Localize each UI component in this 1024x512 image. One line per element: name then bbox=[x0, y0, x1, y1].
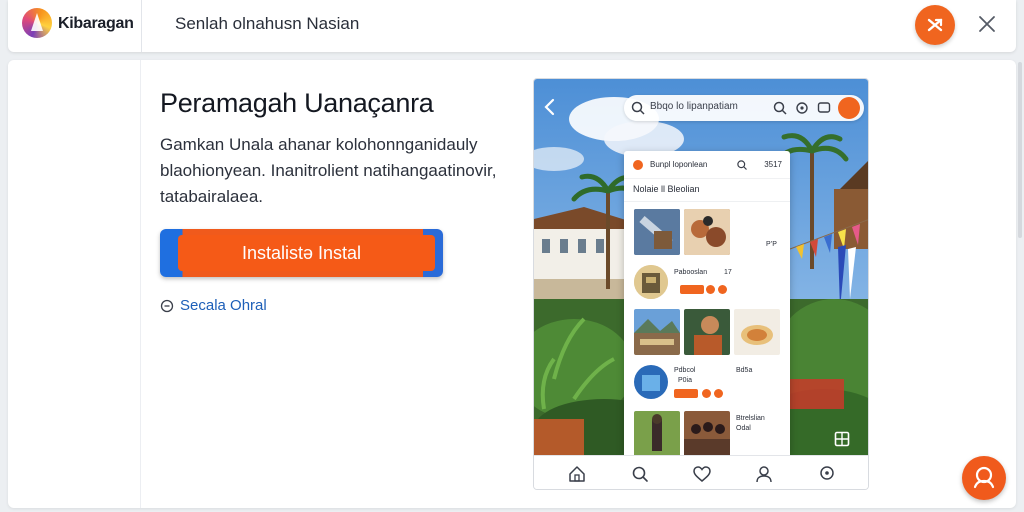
compass-icon bbox=[820, 465, 834, 480]
clock-icon bbox=[160, 299, 174, 312]
compass-nav-item[interactable] bbox=[816, 463, 838, 485]
side-label: Bd5a bbox=[736, 367, 753, 374]
logo-text[interactable]: Kibaragan bbox=[58, 15, 134, 33]
secondary-link-label: Secala Ohral bbox=[180, 297, 267, 314]
profile-button[interactable] bbox=[838, 97, 860, 119]
content-card: Peramagah Uanaçanra Gamkan Unala ahanar … bbox=[8, 60, 1016, 508]
brand-dot bbox=[633, 160, 643, 170]
photo-thumb[interactable] bbox=[634, 309, 680, 355]
divider bbox=[140, 60, 141, 508]
item-label: Pabooslan bbox=[674, 269, 708, 276]
panel-header: Bunpl loponlean 3517 bbox=[624, 151, 790, 179]
avatar[interactable] bbox=[634, 265, 668, 299]
app-preview: Bbqo lo lipanpatiam Bunpl loponlean 3517… bbox=[533, 78, 869, 490]
item-label: P0ia bbox=[678, 377, 693, 384]
photo-thumb[interactable] bbox=[634, 209, 680, 255]
panel-count: 3517 bbox=[764, 160, 782, 169]
install-button[interactable]: Instalistə Instal bbox=[160, 229, 443, 277]
page-title: Senlah olnahusn Nasian bbox=[175, 14, 360, 33]
feed-panel: Bunpl loponlean 3517 Nolaie ll Bleolian bbox=[624, 151, 790, 455]
item-label: Odal bbox=[736, 425, 751, 432]
heart-icon[interactable] bbox=[691, 463, 713, 485]
chat-button[interactable] bbox=[962, 456, 1006, 500]
divider bbox=[624, 201, 790, 202]
photo-thumb[interactable] bbox=[684, 309, 730, 355]
photo-thumb[interactable] bbox=[684, 209, 730, 255]
search-icon[interactable] bbox=[629, 463, 651, 485]
photo-thumb[interactable] bbox=[684, 411, 730, 455]
description: Gamkan Unala ahanar kolohonnganidauly bl… bbox=[160, 132, 497, 210]
search-icon bbox=[631, 101, 645, 115]
bottom-nav bbox=[534, 455, 868, 489]
panel-title: Bunpl loponlean bbox=[650, 160, 708, 169]
item-count: 17 bbox=[724, 269, 732, 276]
secondary-link[interactable]: Secala Ohral bbox=[160, 297, 267, 314]
headline: Peramagah Uanaçanra bbox=[160, 88, 434, 118]
top-bar: Kibaragan Senlah olnahusn Nasian bbox=[8, 0, 1016, 52]
divider bbox=[141, 0, 142, 52]
preview-search-text: Bbqo lo lipanpatiam bbox=[650, 101, 738, 112]
photo-thumb[interactable] bbox=[634, 411, 680, 455]
panel-subtitle: Nolaie ll Bleolian bbox=[633, 184, 700, 194]
logo-icon[interactable] bbox=[22, 8, 52, 38]
chat-icon bbox=[973, 466, 995, 489]
description-line: Gamkan Unala ahanar kolohonnganidauly bbox=[160, 135, 478, 154]
close-icon bbox=[979, 16, 995, 32]
photo-thumb[interactable] bbox=[734, 309, 780, 355]
close-button[interactable] bbox=[974, 11, 1000, 37]
scrollbar[interactable] bbox=[1018, 62, 1022, 238]
tag-dot bbox=[714, 389, 723, 398]
description-line: tatabairalaea. bbox=[160, 187, 264, 206]
preview-photo: Bbqo lo lipanpatiam Bunpl loponlean 3517… bbox=[534, 79, 868, 455]
search-icon[interactable] bbox=[736, 159, 748, 171]
back-icon[interactable] bbox=[542, 97, 558, 117]
description-line: blaohionyean. Inanitrolient natihangaati… bbox=[160, 161, 497, 180]
tag-dot bbox=[706, 285, 715, 294]
tag-badge bbox=[680, 285, 704, 294]
avatar[interactable] bbox=[634, 365, 668, 399]
preview-search-bar[interactable]: Bbqo lo lipanpatiam bbox=[624, 95, 864, 121]
action-button[interactable] bbox=[915, 5, 955, 45]
tag-badge bbox=[674, 389, 698, 398]
tag-dot bbox=[718, 285, 727, 294]
shuffle-icon bbox=[927, 18, 943, 32]
settings-icon[interactable] bbox=[794, 100, 810, 116]
user-icon[interactable] bbox=[753, 463, 775, 485]
message-icon[interactable] bbox=[816, 100, 832, 116]
item-label: Btrelslian bbox=[736, 415, 765, 422]
gallery-icon[interactable] bbox=[834, 431, 850, 447]
tag-dot bbox=[702, 389, 711, 398]
home-icon[interactable] bbox=[566, 463, 588, 485]
search-icon[interactable] bbox=[772, 100, 788, 116]
side-label: P’P bbox=[766, 241, 777, 248]
item-label: Pdbcol bbox=[674, 367, 696, 374]
install-button-label: Instalistə Instal bbox=[241, 243, 362, 263]
